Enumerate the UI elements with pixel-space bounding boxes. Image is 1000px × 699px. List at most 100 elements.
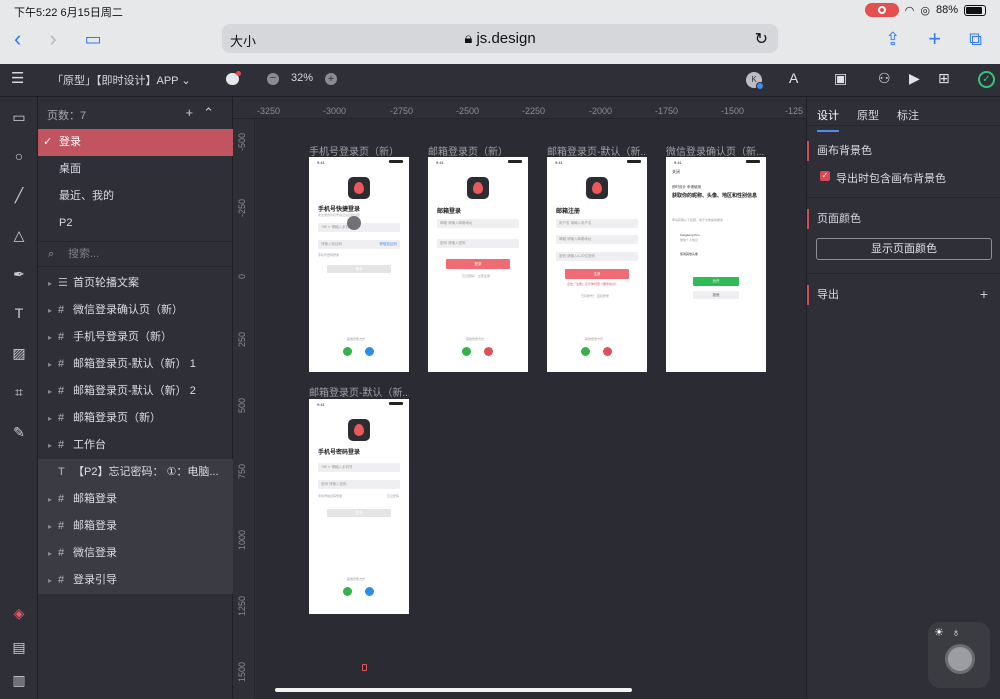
frame-title[interactable]: 邮箱登录页-默认（新... (309, 384, 409, 399)
pen-tool-icon[interactable]: ✒ (11, 266, 27, 282)
pencil-tool-icon[interactable]: ✎ (11, 424, 27, 440)
username-field[interactable]: 用户名 请输入用户名 (556, 219, 638, 228)
reload-icon[interactable]: ↻ (755, 29, 768, 49)
code-field[interactable]: 请输入验证码 获取验证码 (318, 240, 400, 249)
team-icon[interactable]: ⚇ (878, 70, 891, 87)
bookmarks-icon[interactable]: ▭ (85, 29, 102, 50)
wechat-icon[interactable] (462, 347, 471, 356)
page-item-recent[interactable]: 最近、我的 (38, 183, 233, 210)
triangle-tool-icon[interactable]: △ (11, 227, 27, 243)
add-export-icon[interactable]: + (980, 286, 988, 302)
comment-pin-icon[interactable] (362, 664, 367, 671)
zoom-in-button[interactable]: + (325, 73, 337, 85)
deny-button[interactable]: 拒绝 (693, 291, 739, 299)
comment-icon[interactable] (226, 71, 241, 85)
frame-wechat-confirm[interactable]: 9:41 关闭 即时设计 申请使用 获取你的昵称、头像、地区和性别信息 申请获取… (666, 157, 766, 372)
home-indicator[interactable] (275, 688, 632, 692)
layer-search-input[interactable]: ⌕ 搜索... (38, 241, 233, 267)
password-field[interactable]: 密码 请输入6-20位密码 (556, 252, 638, 261)
layer-item[interactable]: ▸ # 邮箱登录页（新） (38, 405, 233, 432)
rectangle-tool-icon[interactable]: ▭ (11, 109, 27, 125)
image-tool-icon[interactable]: ▨ (11, 345, 27, 361)
email-icon[interactable] (484, 347, 493, 356)
joystick-knob[interactable] (945, 644, 975, 674)
expand-icon[interactable]: ▸ (48, 270, 52, 297)
frame-phone-login[interactable]: 9:41 手机号快捷登录 未注册的手机号验证后自动创建 +86 ∨ 请输入手机号… (309, 157, 409, 372)
tab-prototype[interactable]: 原型 (857, 107, 879, 123)
expand-icon[interactable]: ▸ (48, 324, 52, 351)
collapse-icon[interactable]: ⌃ (203, 105, 224, 120)
page-item-desktop[interactable]: 桌面 (38, 156, 233, 183)
font-icon[interactable]: A (789, 70, 798, 86)
layer-item[interactable]: T 【P2】忘记密码： ①：电脑... (38, 459, 233, 486)
layout-icon[interactable]: ⊞ (938, 70, 950, 87)
expand-icon[interactable]: ▸ (48, 351, 52, 378)
layer-item[interactable]: ▸ # 微信登录 (38, 540, 233, 567)
layers-icon[interactable]: ◈ (11, 605, 27, 621)
frame-tool-icon[interactable]: ⌗ (11, 384, 27, 400)
layer-item[interactable]: ▸ ☰ 首页轮播文案 (38, 270, 233, 297)
tab-inspect[interactable]: 标注 (897, 107, 919, 123)
wechat-icon[interactable] (581, 347, 590, 356)
wechat-icon[interactable] (343, 347, 352, 356)
layer-item[interactable]: ▸ # 邮箱登录页-默认（新） 1 (38, 351, 233, 378)
address-bar[interactable]: 大小 🔒︎ js.design ↻ (222, 24, 778, 53)
history-icon[interactable]: ▥ (11, 672, 27, 688)
expand-icon[interactable]: ▸ (48, 567, 52, 594)
frame-title[interactable]: 微信登录确认页（新... (666, 143, 766, 158)
register-button[interactable]: 注册 (565, 269, 629, 279)
export-bg-checkbox[interactable]: ✓ (820, 171, 830, 181)
frame-email-login[interactable]: 9:41 邮箱登录 邮箱 请输入邮箱地址 密码 请输入密码 登录 忘记密码？ 立… (428, 157, 528, 372)
new-tab-icon[interactable]: + (928, 26, 941, 52)
tabs-icon[interactable]: ⧉ (969, 29, 982, 50)
layer-item[interactable]: ▸ # 手机号登录页（新） (38, 324, 233, 351)
user-avatar[interactable]: K (746, 72, 764, 90)
design-canvas[interactable]: -3250 -3000 -2750 -2500 -2250 -2000 -175… (233, 97, 806, 699)
text-tool-icon[interactable]: T (11, 305, 27, 321)
file-title[interactable]: 「原型」【即时设计】APP ⌄ (52, 72, 191, 88)
password-field[interactable]: 密码 请输入密码 (437, 239, 519, 248)
line-tool-icon[interactable]: ╱ (11, 187, 27, 203)
expand-icon[interactable]: ▸ (48, 378, 52, 405)
page-item-login[interactable]: ✓ 登录 (38, 129, 233, 156)
plugin-icon[interactable]: ▣ (834, 70, 847, 87)
ellipse-tool-icon[interactable]: ○ (11, 148, 27, 164)
bulb-icon[interactable]: ♁ (952, 627, 968, 639)
layer-item[interactable]: ▸ # 邮箱登录页-默认（新） 2 (38, 378, 233, 405)
expand-icon[interactable]: ▸ (48, 297, 52, 324)
menu-icon[interactable]: ☰ (11, 69, 24, 87)
expand-icon[interactable]: ▸ (48, 432, 52, 459)
allow-button[interactable]: 允许 (693, 277, 739, 286)
zoom-level[interactable]: 32% (291, 72, 313, 84)
expand-icon[interactable]: ▸ (48, 540, 52, 567)
assets-icon[interactable]: ▤ (11, 639, 27, 655)
play-icon[interactable]: ▶ (909, 70, 920, 87)
frame-title[interactable]: 邮箱登录页-默认（新... (547, 143, 647, 158)
frame-phone-password-login[interactable]: 9:41 手机号密码登录 +86 ∨ 请输入手机号 密码 请输入密码 手机号验证… (309, 399, 409, 614)
layer-item[interactable]: ▸ # 邮箱登录 (38, 486, 233, 513)
show-page-color-button[interactable]: 显示页面颜色 (816, 238, 992, 260)
layer-item[interactable]: ▸ # 登录引导 (38, 567, 233, 594)
frame-title[interactable]: 手机号登录页（新） (309, 143, 409, 158)
email-field[interactable]: 邮箱 请输入邮箱地址 (556, 235, 638, 244)
zoom-out-button[interactable]: − (267, 73, 279, 85)
add-page-icon[interactable]: + (186, 105, 204, 120)
back-icon[interactable]: ‹ (14, 26, 21, 52)
page-item-p2[interactable]: P2 (38, 210, 233, 237)
qq-icon[interactable] (365, 347, 374, 356)
expand-icon[interactable]: ▸ (48, 405, 52, 432)
layer-item[interactable]: ▸ # 微信登录确认页（新） (38, 297, 233, 324)
email-field[interactable]: 邮箱 请输入邮箱地址 (437, 219, 519, 228)
tab-design[interactable]: 设计 (817, 107, 839, 132)
login-button[interactable]: 登录 (327, 509, 391, 517)
share-icon[interactable]: ⇪ (885, 29, 900, 50)
wechat-icon[interactable] (343, 587, 352, 596)
expand-icon[interactable]: ▸ (48, 486, 52, 513)
expand-icon[interactable]: ▸ (48, 513, 52, 540)
login-button[interactable]: 登录 (446, 259, 510, 269)
phone-field[interactable]: +86 ∨ 请输入手机号 (318, 463, 400, 472)
forward-icon[interactable]: › (49, 26, 56, 52)
frame-email-register[interactable]: 9:41 邮箱注册 用户名 请输入用户名 邮箱 请输入邮箱地址 密码 请输入6-… (547, 157, 647, 372)
login-button[interactable]: 登录 (327, 265, 391, 273)
layer-item[interactable]: ▸ # 工作台 (38, 432, 233, 459)
